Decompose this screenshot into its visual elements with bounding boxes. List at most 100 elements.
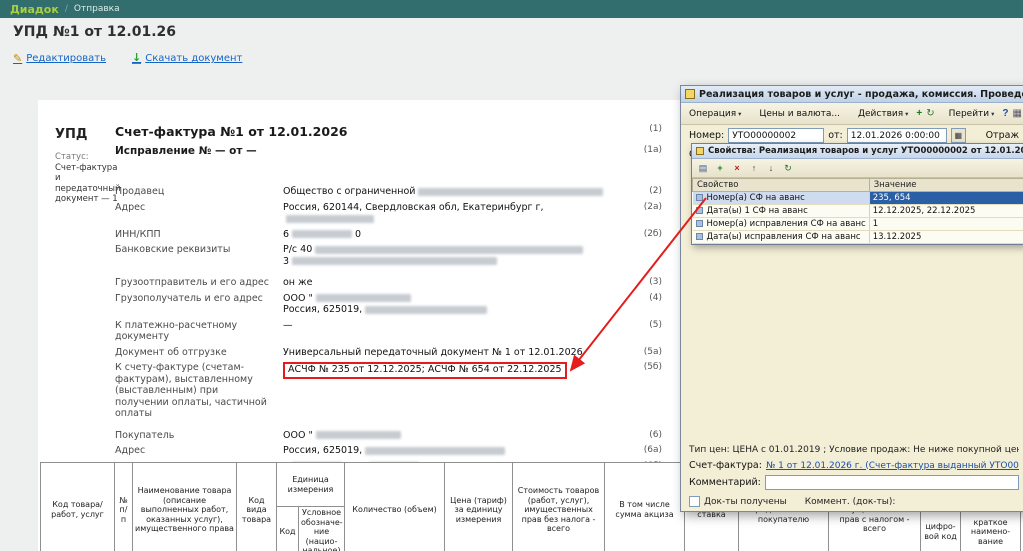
onec-window-title: Реализация товаров и услуг - продажа, ко… (699, 89, 1023, 100)
redacted-text (292, 257, 497, 265)
property-row[interactable]: Номер(а) СФ на аванс 235, 654 (693, 192, 1023, 205)
calendar-icon[interactable]: ▦ (951, 128, 966, 143)
field-advance-invoices: К счету-фактуре (счетам-фактурам), выста… (115, 362, 662, 420)
date-input[interactable] (847, 128, 947, 143)
date-label: от: (828, 130, 843, 141)
diadoc-logo[interactable]: Диадок (10, 3, 59, 16)
prices-currency-button[interactable]: Цены и валюта... (754, 107, 845, 121)
field-buyer: Покупатель ООО " (6) (115, 430, 662, 442)
docs-line: Док-ты получены Коммент. (док-ты): (689, 496, 1019, 507)
actions-menu-button[interactable]: Действия▾ (853, 107, 913, 121)
delete-icon[interactable]: × (729, 161, 745, 176)
col-header-property: Свойство (693, 179, 870, 192)
field-shipment-doc: Документ об отгрузке Универсальный перед… (115, 347, 662, 359)
document-actions: ✎ Редактировать ↓ Скачать документ (13, 52, 242, 65)
chevron-down-icon: ▾ (905, 110, 908, 118)
onec-toolbar: Операция▾ Цены и валюта... Действия▾ + ↻… (681, 103, 1023, 125)
comment-label: Комментарий: (689, 477, 761, 488)
operation-menu-button[interactable]: Операция▾ (684, 107, 746, 121)
col-header-value: Значение (869, 179, 1023, 192)
price-type-line: Тип цен: ЦЕНА с 01.01.2019 ; Условие про… (689, 445, 1019, 455)
redacted-text (315, 246, 583, 254)
dialog-titlebar[interactable]: Свойства: Реализация товаров и услуг УТО… (692, 144, 1023, 159)
breadcrumb-separator: / (65, 4, 68, 14)
property-icon (696, 194, 703, 201)
document-header: Счет-фактура №1 от 12.01.2026 (1) Исправ… (115, 124, 662, 157)
page-title: УПД №1 от 12.01.26 (13, 24, 176, 40)
line-number: (1) (626, 124, 662, 139)
status-block: Статус: Счет-фактура и передаточный доку… (55, 152, 121, 205)
property-row[interactable]: Дата(ы) исправления СФ на аванс 13.12.20… (693, 231, 1023, 244)
field-payment-doc: К платежно-расчетному документу — (5) (115, 320, 662, 343)
move-down-icon[interactable]: ↓ (763, 161, 779, 176)
add-icon[interactable]: + (915, 105, 923, 122)
property-icon (696, 207, 703, 214)
redacted-text (316, 431, 401, 439)
field-seller-address: Адрес Россия, 620144, Свердловская обл, … (115, 202, 662, 225)
line-number: (1а) (626, 145, 662, 157)
col-header: краткое наимено- вание (961, 507, 1021, 551)
correction-line: Исправление № — от — (115, 145, 626, 157)
field-seller-inn: ИНН/КПП 60 (2б) (115, 229, 662, 241)
invoice-line: Счет-фактура: № 1 от 12.01.2026 г. (Счет… (689, 460, 1019, 471)
edit-icon: ✎ (13, 52, 22, 65)
number-input[interactable] (728, 128, 824, 143)
invoice-title: Счет-фактура №1 от 12.01.2026 (115, 124, 626, 139)
chevron-down-icon: ▾ (991, 110, 994, 118)
download-label: Скачать документ (145, 53, 242, 64)
grid-icon[interactable]: ▦ (1012, 105, 1023, 122)
refresh-icon[interactable]: ↻ (925, 105, 935, 122)
redacted-text (316, 294, 411, 302)
redacted-text (418, 188, 603, 196)
aschf-highlight: АСЧФ № 235 от 12.12.2025; АСЧФ № 654 от … (283, 362, 567, 379)
col-header: № п/п (115, 463, 133, 551)
property-icon (696, 220, 703, 227)
col-header: цифро- вой код (921, 507, 961, 551)
goto-menu-button[interactable]: Перейти▾ (944, 107, 1000, 121)
col-header: Единица измерения (277, 463, 345, 507)
field-seller-bank: Банковские реквизиты Р/с 40 3 (115, 244, 662, 267)
col-header: Наименование товара (описание выполненны… (133, 463, 237, 551)
properties-icon (696, 147, 704, 155)
field-seller: Продавец Общество с ограниченной (2) (115, 186, 662, 198)
topbar: Диадок / Отправка (0, 0, 1023, 18)
redacted-text (286, 215, 374, 223)
col-header: Код (277, 507, 299, 551)
col-header: Количество (объем) (345, 463, 445, 551)
status-text: Счет-фактура и передаточный документ — 1 (55, 163, 121, 205)
header-row-number: Номер: от: ▦ Отраж (681, 125, 1023, 144)
status-label: Статус: (55, 152, 121, 163)
property-row[interactable]: Дата(ы) 1 СФ на аванс 12.12.2025, 22.12.… (693, 205, 1023, 218)
download-button[interactable]: ↓ Скачать документ (132, 53, 242, 64)
refresh-icon[interactable]: ↻ (780, 161, 796, 176)
properties-table: Свойство Значение Номер(а) СФ на аванс 2… (692, 178, 1023, 244)
col-header: Код товара/ работ, услуг (41, 463, 115, 551)
cropped-label: Отраж (986, 130, 1019, 141)
move-up-icon[interactable]: ↑ (746, 161, 762, 176)
comment-input[interactable] (765, 475, 1019, 490)
redacted-text (365, 306, 487, 314)
docs-comment-label: Коммент. (док-ты): (805, 497, 896, 507)
field-consignor: Грузоотправитель и его адрес он же (3) (115, 277, 662, 289)
edit-button[interactable]: ✎ Редактировать (13, 52, 106, 65)
number-label: Номер: (689, 130, 724, 141)
comment-line: Комментарий: (689, 475, 1019, 490)
redacted-text (292, 230, 352, 238)
edit-label: Редактировать (26, 53, 106, 64)
col-header: Стоимость товаров (работ, услуг), имущес… (513, 463, 605, 551)
field-consignee: Грузополучатель и его адрес ООО " Россия… (115, 293, 662, 316)
add-icon[interactable]: + (712, 161, 728, 176)
document-window-icon (685, 89, 695, 99)
download-icon: ↓ (132, 53, 141, 64)
docs-received-checkbox[interactable] (689, 496, 700, 507)
invoice-link[interactable]: № 1 от 12.01.2026 г. (Счет-фактура выдан… (766, 461, 1019, 471)
breadcrumb-sending[interactable]: Отправка (74, 4, 120, 14)
help-icon[interactable]: ? (1001, 105, 1009, 122)
dialog-title: Свойства: Реализация товаров и услуг УТО… (708, 146, 1023, 156)
dialog-toolbar: ▤ + × ↑ ↓ ↻ (692, 159, 1023, 178)
col-header: В том числе сумма акциза (605, 463, 685, 551)
save-icon[interactable]: ▤ (695, 161, 711, 176)
upd-type-label: УПД (55, 127, 87, 142)
onec-titlebar[interactable]: Реализация товаров и услуг - продажа, ко… (681, 86, 1023, 103)
property-row[interactable]: Номер(а) исправления СФ на аванс 1 (693, 218, 1023, 231)
